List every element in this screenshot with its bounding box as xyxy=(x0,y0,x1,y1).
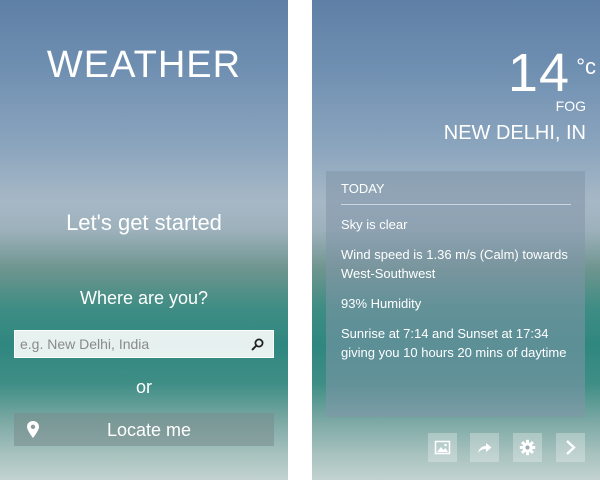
sun-info: Sunrise at 7:14 and Sunset at 17:34 givi… xyxy=(341,326,567,360)
app-title: WEATHER xyxy=(46,44,242,86)
background-image-button[interactable] xyxy=(428,433,457,462)
location-prompt: Where are you? xyxy=(79,288,209,308)
gear-icon xyxy=(519,439,536,456)
temperature-value: 14 xyxy=(507,43,570,103)
search-box xyxy=(14,330,274,358)
share-arrow-icon xyxy=(478,443,492,453)
search-icon[interactable] xyxy=(251,337,265,351)
humidity-info: 93% Humidity xyxy=(341,296,422,311)
share-button[interactable] xyxy=(470,433,499,462)
settings-button[interactable] xyxy=(513,433,542,462)
locate-me-button[interactable]: Locate me xyxy=(14,413,274,446)
location-name: NEW DELHI, IN xyxy=(443,122,586,144)
today-heading: TODAY xyxy=(341,181,385,196)
location-search-input[interactable] xyxy=(15,331,245,357)
weather-screen: 14 °c FOG NEW DELHI, IN TODAY Sky is cle… xyxy=(312,0,600,480)
sky-status: Sky is clear xyxy=(341,217,408,232)
weather-condition: FOG xyxy=(555,98,586,114)
locate-me-label: Locate me xyxy=(106,420,192,440)
or-separator: or xyxy=(135,377,152,397)
get-started-heading: Let's get started xyxy=(66,210,222,235)
start-screen: WEATHER Let's get started Where are you?… xyxy=(0,0,288,480)
divider xyxy=(341,204,571,205)
temperature-unit: °c xyxy=(576,54,596,79)
wind-info: Wind speed is 1.36 m/s (Calm) towards We… xyxy=(341,247,568,281)
image-icon xyxy=(434,440,451,455)
next-button[interactable] xyxy=(556,433,585,462)
today-card: TODAY Sky is clear Wind speed is 1.36 m/… xyxy=(326,171,585,417)
chevron-right-icon xyxy=(566,440,576,455)
